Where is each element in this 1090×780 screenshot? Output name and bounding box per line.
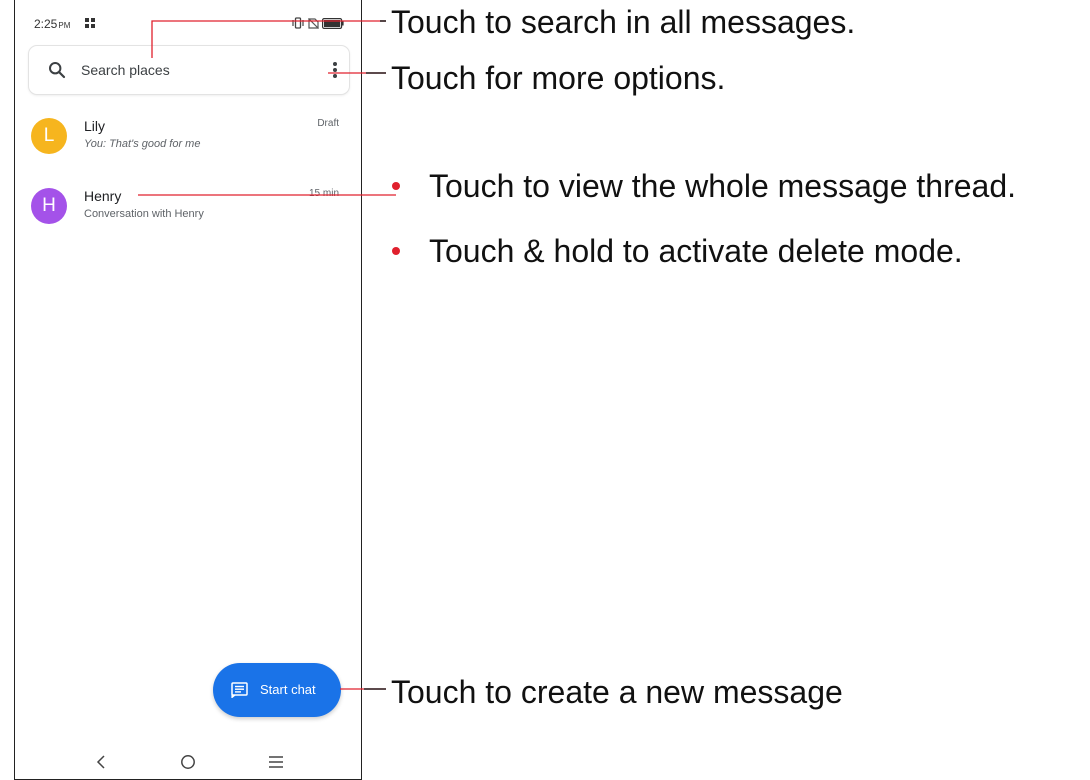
- more-options-callout-text: Touch for more options.: [391, 60, 726, 96]
- bullet-text: Touch to view the whole message thread.: [429, 168, 1016, 204]
- bullet-text: Touch & hold to activate delete mode.: [429, 233, 963, 269]
- thread-callout-list: Touch to view the whole message thread. …: [392, 168, 1016, 277]
- callout-lines: [138, 20, 396, 690]
- search-callout-line: [151, 20, 386, 58]
- bullet-dot: [392, 247, 400, 255]
- new-message-callout-text: Touch to create a new message: [391, 674, 843, 710]
- search-callout-text: Touch to search in all messages.: [391, 4, 856, 40]
- thread-callout-bullet: Touch to view the whole message thread.: [392, 168, 1016, 212]
- bullet-dot: [392, 182, 400, 190]
- thread-callout-bullet: Touch & hold to activate delete mode.: [392, 233, 1016, 277]
